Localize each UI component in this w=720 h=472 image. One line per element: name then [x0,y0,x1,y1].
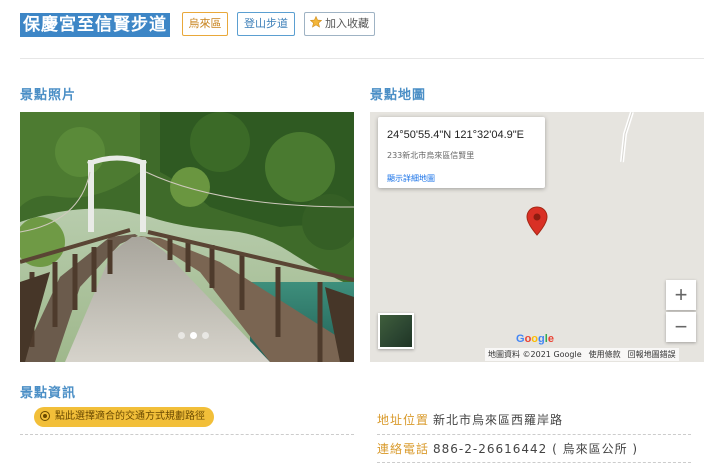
slide-dot-active[interactable] [190,332,197,339]
report-error-link[interactable]: 回報地圖錯誤 [628,350,676,359]
map-info-card: 24°50'55.4"N 121°32'04.9"E 233新北市烏來區信賢里 … [378,117,545,188]
info-divider [377,434,691,435]
phone-label: 連絡電話 [377,442,430,456]
info-divider-left [20,434,354,435]
info-divider [377,462,691,463]
satellite-toggle-button[interactable] [378,313,414,349]
slide-indicators [178,324,214,343]
map-pin-icon[interactable] [526,206,548,236]
google-logo: Google [516,333,554,345]
attraction-photo[interactable] [20,112,354,362]
map-coordinates: 24°50'55.4"N 121°32'04.9"E [387,129,525,141]
map-data-credit: 地圖資料 ©2021 Google [488,350,582,359]
trail-type-tag[interactable]: 登山步道 [237,12,295,36]
add-favorite-button[interactable]: 加入收藏 [304,12,375,36]
star-icon [310,16,322,28]
header-divider [20,58,704,59]
slide-dot[interactable] [178,332,185,339]
map-section-title: 景點地圖 [370,88,427,103]
route-planning-label: 點此選擇適合的交通方式規劃路徑 [55,411,205,422]
location-icon [40,411,50,421]
attraction-map[interactable]: 24°50'55.4"N 121°32'04.9"E 233新北市烏來區信賢里 … [370,112,704,362]
phone-value[interactable]: 886-2-26616442 ( 烏來區公所 ) [433,440,638,457]
map-address: 233新北市烏來區信賢里 [387,151,475,160]
map-attribution: 地圖資料 ©2021 Google 使用條款 回報地圖錯誤 [485,348,679,361]
slide-dot[interactable] [202,332,209,339]
zoom-out-button[interactable]: − [666,312,696,342]
view-larger-map-link[interactable]: 顯示詳細地圖 [387,173,435,184]
terms-link[interactable]: 使用條款 [589,350,621,359]
address-label: 地址位置 [377,413,430,427]
route-planning-button[interactable]: 點此選擇適合的交通方式規劃路徑 [34,407,214,427]
zoom-in-button[interactable]: + [666,280,696,310]
district-tag[interactable]: 烏來區 [182,12,228,36]
info-section-title: 景點資訊 [20,386,77,401]
address-value: 新北市烏來區西羅岸路 [433,413,564,427]
add-favorite-label: 加入收藏 [325,17,369,30]
photo-section-title: 景點照片 [20,88,77,103]
page-title: 保慶宮至信賢步道 [20,13,170,37]
